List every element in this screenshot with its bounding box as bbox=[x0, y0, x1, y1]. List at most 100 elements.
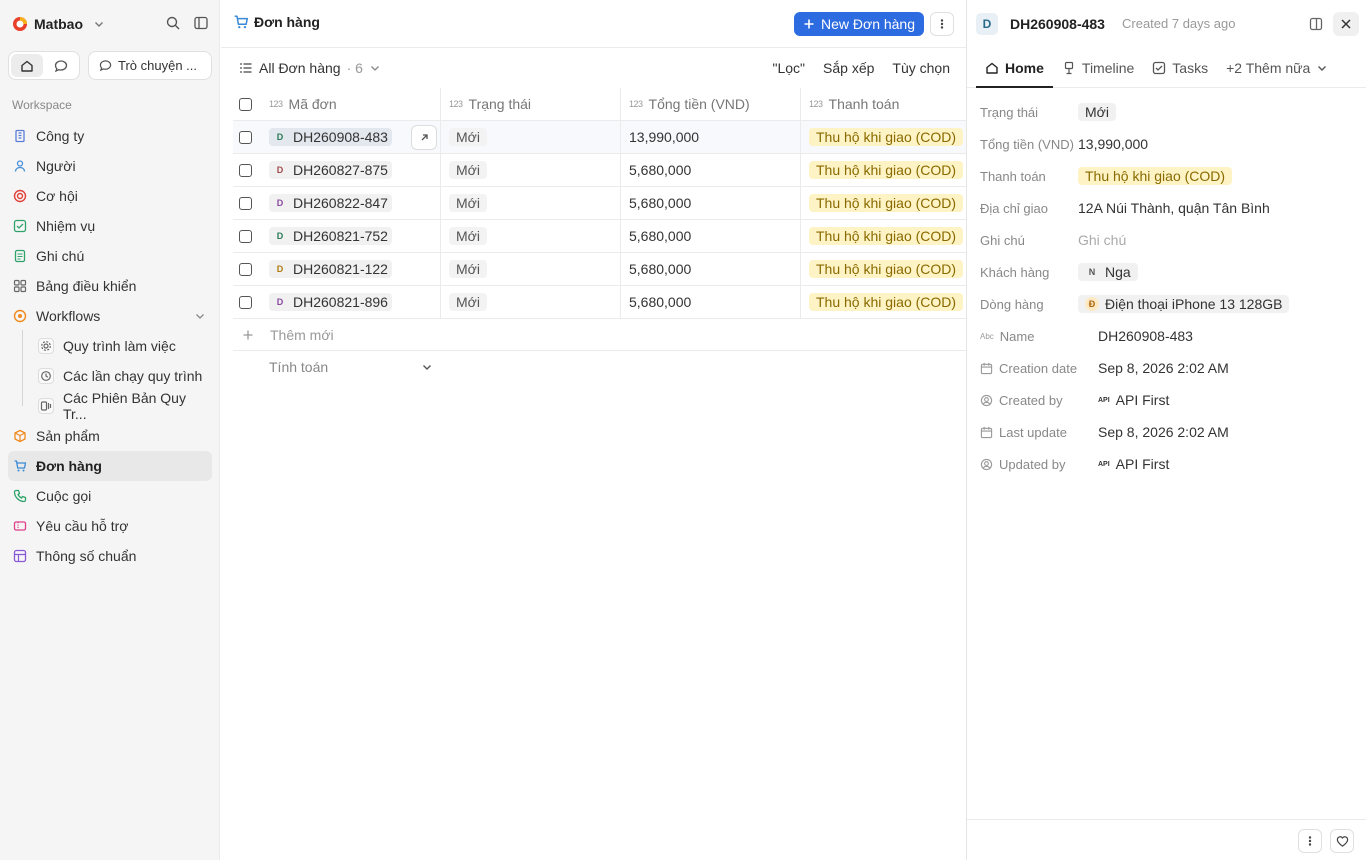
record-title[interactable]: DH260908-483 bbox=[1010, 16, 1105, 32]
open-record-button[interactable] bbox=[411, 125, 437, 150]
total-cell[interactable]: 13,990,000 bbox=[621, 121, 801, 153]
expand-panel-icon[interactable] bbox=[1303, 12, 1329, 36]
id-cell[interactable]: D DH260821-752 bbox=[261, 220, 441, 252]
home-icon[interactable] bbox=[11, 54, 43, 77]
sidebar-toggle-icon[interactable] bbox=[192, 14, 210, 32]
status-cell[interactable]: Mới bbox=[441, 154, 621, 186]
payment-cell[interactable]: Thu hộ khi giao (COD) bbox=[801, 154, 966, 186]
sort-button[interactable]: Sắp xếp bbox=[823, 60, 874, 76]
customer-chip[interactable]: N Nga bbox=[1078, 263, 1138, 281]
payment-cell[interactable]: Thu hộ khi giao (COD) bbox=[801, 220, 966, 252]
more-options-button[interactable] bbox=[930, 12, 954, 36]
payment-cell[interactable]: Thu hộ khi giao (COD) bbox=[801, 121, 966, 153]
tab-label: Timeline bbox=[1081, 59, 1135, 76]
record-chip[interactable]: D DH260821-896 bbox=[269, 293, 392, 311]
field-value[interactable]: 13,990,000 bbox=[1078, 136, 1148, 152]
field-value[interactable]: Đ Điện thoại iPhone 13 128GB bbox=[1078, 295, 1290, 313]
tab-tasks[interactable]: Tasks bbox=[1143, 48, 1217, 87]
sidebar-item-cac-phien-ban[interactable]: Các Phiên Bản Quy Tr... bbox=[8, 390, 212, 422]
status-cell[interactable]: Mới bbox=[441, 253, 621, 285]
column-header-tong-tien[interactable]: 123 Tổng tiền (VND) bbox=[621, 88, 801, 120]
filter-button[interactable]: "Lọc" bbox=[773, 60, 806, 76]
sidebar-item-don-hang[interactable]: Đơn hàng bbox=[8, 451, 212, 481]
options-button[interactable]: Tùy chọn bbox=[892, 60, 950, 76]
row-checkbox[interactable] bbox=[239, 196, 252, 210]
select-all-checkbox[interactable] bbox=[239, 97, 252, 111]
table-row[interactable]: D DH260821-122 Mới 5,680,000 Thu hộ khi g… bbox=[233, 253, 966, 286]
field-value[interactable]: Thu hộ khi giao (COD) bbox=[1078, 167, 1233, 185]
sidebar-item-quy-trinh-lam-viec[interactable]: Quy trình làm việc bbox=[8, 331, 212, 361]
chat-button[interactable]: Trò chuyện ... bbox=[88, 51, 212, 80]
heart-icon[interactable] bbox=[1330, 829, 1354, 853]
sidebar-item-nguoi[interactable]: Người bbox=[8, 151, 212, 181]
table-row[interactable]: D DH260821-896 Mới 5,680,000 Thu hộ khi g… bbox=[233, 286, 966, 319]
status-cell[interactable]: Mới bbox=[441, 121, 621, 153]
field-value[interactable]: DH260908-483 bbox=[1098, 328, 1193, 344]
sidebar-item-thong-so-chuan[interactable]: Thông số chuẩn bbox=[8, 541, 212, 571]
more-vertical-icon[interactable] bbox=[1298, 829, 1322, 853]
add-record-row[interactable]: Thêm mới bbox=[233, 319, 966, 351]
id-cell[interactable]: D DH260908-483 bbox=[261, 121, 441, 153]
record-chip[interactable]: D DH260908-483 bbox=[269, 128, 392, 146]
sidebar-item-cac-lan-chay[interactable]: Các lần chạy quy trình bbox=[8, 361, 212, 391]
total-cell[interactable]: 5,680,000 bbox=[621, 154, 801, 186]
row-checkbox[interactable] bbox=[239, 262, 252, 276]
field-value[interactable]: N Nga bbox=[1078, 263, 1138, 281]
view-selector[interactable]: All Đơn hàng · 6 bbox=[239, 60, 381, 76]
calculate-dropdown[interactable]: Tính toán bbox=[269, 356, 433, 378]
row-checkbox[interactable] bbox=[239, 295, 252, 309]
note-input[interactable]: Ghi chú bbox=[1078, 232, 1126, 248]
line-item-chip[interactable]: Đ Điện thoại iPhone 13 128GB bbox=[1078, 295, 1290, 313]
payment-cell[interactable]: Thu hộ khi giao (COD) bbox=[801, 187, 966, 219]
column-header-thanh-toan[interactable]: 123 Thanh toán bbox=[801, 88, 966, 120]
total-cell[interactable]: 5,680,000 bbox=[621, 286, 801, 318]
record-chip[interactable]: D DH260821-752 bbox=[269, 227, 392, 245]
payment-cell[interactable]: Thu hộ khi giao (COD) bbox=[801, 286, 966, 318]
column-header-ma-don[interactable]: 123 Mã đơn bbox=[261, 88, 441, 120]
field-label-text: Creation date bbox=[999, 360, 1078, 376]
sidebar-item-yeu-cau-ho-tro[interactable]: Yêu cầu hỗ trợ bbox=[8, 511, 212, 541]
sidebar-item-co-hoi[interactable]: Cơ hội bbox=[8, 181, 212, 211]
field-value[interactable]: 12A Núi Thành, quận Tân Bình bbox=[1078, 200, 1270, 216]
sidebar-item-bang-dieu-khien[interactable]: Bảng điều khiển bbox=[8, 271, 212, 301]
sidebar-item-nhiem-vu[interactable]: Nhiệm vụ bbox=[8, 211, 212, 241]
new-record-button[interactable]: New Đơn hàng bbox=[794, 12, 925, 36]
chevron-down-icon[interactable] bbox=[194, 310, 206, 322]
tab-timeline[interactable]: Timeline bbox=[1053, 48, 1143, 87]
status-cell[interactable]: Mới bbox=[441, 286, 621, 318]
sidebar-item-cuoc-goi[interactable]: Cuộc gọi bbox=[8, 481, 212, 511]
tab-home[interactable]: Home bbox=[976, 48, 1053, 88]
close-icon[interactable] bbox=[1333, 12, 1359, 36]
row-checkbox[interactable] bbox=[239, 163, 252, 177]
id-cell[interactable]: D DH260822-847 bbox=[261, 187, 441, 219]
table-row[interactable]: D DH260827-875 Mới 5,680,000 Thu hộ khi g… bbox=[233, 154, 966, 187]
workspace-switcher[interactable]: Matbao bbox=[12, 14, 105, 34]
sidebar-item-ghi-chu[interactable]: Ghi chú bbox=[8, 241, 212, 271]
total-cell[interactable]: 5,680,000 bbox=[621, 187, 801, 219]
field-value[interactable]: Mới bbox=[1078, 103, 1116, 121]
column-header-trang-thai[interactable]: 123 Trạng thái bbox=[441, 88, 621, 120]
id-cell[interactable]: D DH260821-896 bbox=[261, 286, 441, 318]
table-row[interactable]: D DH260821-752 Mới 5,680,000 Thu hộ khi g… bbox=[233, 220, 966, 253]
total-cell[interactable]: 5,680,000 bbox=[621, 220, 801, 252]
tab-more[interactable]: +2 Thêm nữa bbox=[1217, 48, 1337, 87]
sidebar-item-workflows[interactable]: Workflows bbox=[8, 301, 212, 331]
status-cell[interactable]: Mới bbox=[441, 187, 621, 219]
record-chip[interactable]: D DH260827-875 bbox=[269, 161, 392, 179]
updated-by-value: API First bbox=[1115, 456, 1170, 472]
status-cell[interactable]: Mới bbox=[441, 220, 621, 252]
record-chip[interactable]: D DH260821-122 bbox=[269, 260, 392, 278]
payment-cell[interactable]: Thu hộ khi giao (COD) bbox=[801, 253, 966, 285]
id-cell[interactable]: D DH260827-875 bbox=[261, 154, 441, 186]
row-checkbox[interactable] bbox=[239, 130, 252, 144]
sidebar-item-cong-ty[interactable]: Công ty bbox=[8, 121, 212, 151]
sidebar-item-san-pham[interactable]: Sản phẩm bbox=[8, 421, 212, 451]
row-checkbox[interactable] bbox=[239, 229, 252, 243]
record-chip[interactable]: D DH260822-847 bbox=[269, 194, 392, 212]
chat-bubble-icon[interactable] bbox=[45, 54, 77, 77]
table-row[interactable]: D DH260822-847 Mới 5,680,000 Thu hộ khi g… bbox=[233, 187, 966, 220]
total-cell[interactable]: 5,680,000 bbox=[621, 253, 801, 285]
table-row[interactable]: D DH260908-483 Mới 13,990,000 Thu hộ khi … bbox=[233, 121, 966, 154]
id-cell[interactable]: D DH260821-122 bbox=[261, 253, 441, 285]
search-icon[interactable] bbox=[164, 14, 182, 32]
